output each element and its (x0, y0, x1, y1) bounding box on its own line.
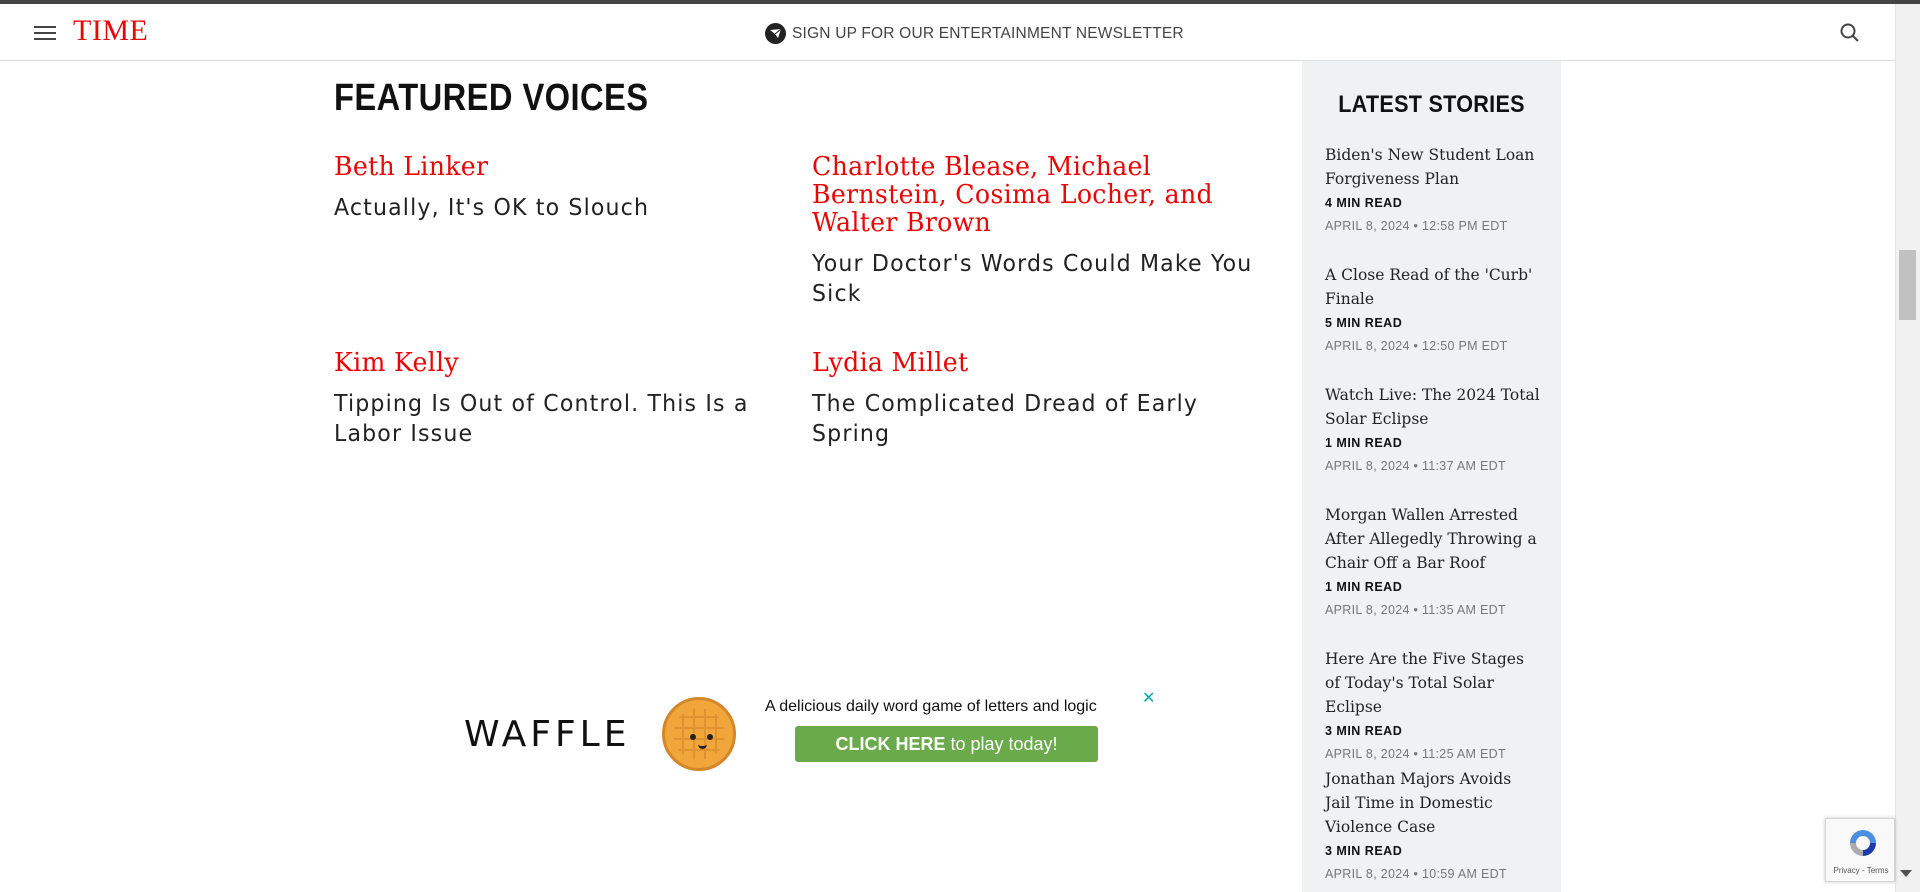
featured-voice-card: Kim Kelly Tipping Is Out of Control. Thi… (334, 349, 779, 449)
story-item: Watch Live: The 2024 Total Solar Eclipse… (1325, 383, 1540, 473)
featured-voice-card: Lydia Millet The Complicated Dread of Ea… (812, 349, 1257, 449)
story-read-time: 5 MIN READ (1325, 316, 1403, 330)
voice-headline-link[interactable]: Tipping Is Out of Control. This Is a Lab… (334, 389, 761, 449)
ad-cta-button[interactable]: CLICK HERE to play today! (795, 726, 1098, 762)
story-item: Morgan Wallen Arrested After Allegedly T… (1325, 503, 1540, 617)
recaptcha-links: Privacy - Terms (1833, 866, 1889, 875)
voice-author-link[interactable]: Beth Linker (334, 153, 766, 181)
newsletter-mail-icon (765, 23, 786, 44)
search-icon[interactable] (1838, 21, 1862, 45)
recaptcha-icon (1847, 827, 1879, 859)
recaptcha-badge[interactable]: Privacy - Terms (1825, 818, 1895, 882)
story-date: APRIL 8, 2024 • 11:35 AM EDT (1325, 603, 1506, 617)
featured-voice-card: Charlotte Blease, Michael Bernstein, Cos… (812, 153, 1272, 309)
latest-stories-heading: LATEST STORIES (1338, 91, 1525, 118)
story-read-time: 4 MIN READ (1325, 196, 1403, 210)
time-logo[interactable]: TIME (73, 14, 148, 48)
story-read-time: 3 MIN READ (1325, 844, 1403, 858)
voice-headline-link[interactable]: Your Doctor's Words Could Make You Sick (812, 249, 1254, 309)
ad-cta-bold: CLICK HERE (835, 734, 946, 754)
latest-stories-sidebar: LATEST STORIES Biden's New Student Loan … (1302, 61, 1561, 892)
featured-voices-heading: FEATURED VOICES (334, 77, 649, 119)
story-item: A Close Read of the 'Curb' Finale 5 MIN … (1325, 263, 1540, 353)
story-item: Biden's New Student Loan Forgiveness Pla… (1325, 143, 1540, 233)
story-date: APRIL 8, 2024 • 12:58 PM EDT (1325, 219, 1508, 233)
story-date: APRIL 8, 2024 • 12:50 PM EDT (1325, 339, 1508, 353)
story-title-link[interactable]: Here Are the Five Stages of Today's Tota… (1325, 647, 1540, 719)
scrollbar-thumb[interactable] (1899, 250, 1916, 320)
story-title-link[interactable]: Jonathan Majors Avoids Jail Time in Dome… (1325, 767, 1540, 839)
story-item: Here Are the Five Stages of Today's Tota… (1325, 647, 1540, 761)
newsletter-signup-link[interactable]: SIGN UP FOR OUR ENTERTAINMENT NEWSLETTER (765, 23, 1184, 44)
voice-author-link[interactable]: Kim Kelly (334, 349, 766, 377)
story-read-time: 1 MIN READ (1325, 436, 1403, 450)
ad-cta-rest: to play today! (945, 734, 1058, 754)
site-header: TIME SIGN UP FOR OUR ENTERTAINMENT NEWSL… (0, 4, 1895, 61)
hamburger-menu-icon[interactable] (34, 26, 56, 40)
voice-headline-link[interactable]: The Complicated Dread of Early Spring (812, 389, 1239, 449)
ad-tagline: A delicious daily word game of letters a… (765, 698, 1097, 715)
story-date: APRIL 8, 2024 • 10:59 AM EDT (1325, 867, 1507, 881)
story-date: APRIL 8, 2024 • 11:25 AM EDT (1325, 747, 1506, 761)
story-title-link[interactable]: Biden's New Student Loan Forgiveness Pla… (1325, 143, 1540, 191)
voice-headline-link[interactable]: Actually, It's OK to Slouch (334, 193, 761, 223)
waffle-ad-banner[interactable]: WAFFLE A delicious daily word game of le… (430, 688, 1160, 778)
story-read-time: 3 MIN READ (1325, 724, 1403, 738)
scroll-down-arrow-icon[interactable] (1900, 870, 1912, 877)
story-title-link[interactable]: Watch Live: The 2024 Total Solar Eclipse (1325, 383, 1540, 431)
page-scrollbar[interactable] (1895, 4, 1920, 892)
story-title-link[interactable]: Morgan Wallen Arrested After Allegedly T… (1325, 503, 1540, 575)
newsletter-label: SIGN UP FOR OUR ENTERTAINMENT NEWSLETTER (792, 24, 1184, 42)
voice-author-link[interactable]: Charlotte Blease, Michael Bernstein, Cos… (812, 153, 1258, 237)
story-date: APRIL 8, 2024 • 11:37 AM EDT (1325, 459, 1506, 473)
story-read-time: 1 MIN READ (1325, 580, 1403, 594)
story-item: Jonathan Majors Avoids Jail Time in Dome… (1325, 767, 1540, 881)
story-title-link[interactable]: A Close Read of the 'Curb' Finale (1325, 263, 1540, 311)
featured-voice-card: Beth Linker Actually, It's OK to Slouch (334, 153, 779, 223)
close-icon[interactable]: ✕ (1142, 688, 1155, 708)
voice-author-link[interactable]: Lydia Millet (812, 349, 1244, 377)
waffle-mascot-icon (662, 697, 736, 771)
ad-brand-wordmark: WAFFLE (464, 714, 631, 755)
